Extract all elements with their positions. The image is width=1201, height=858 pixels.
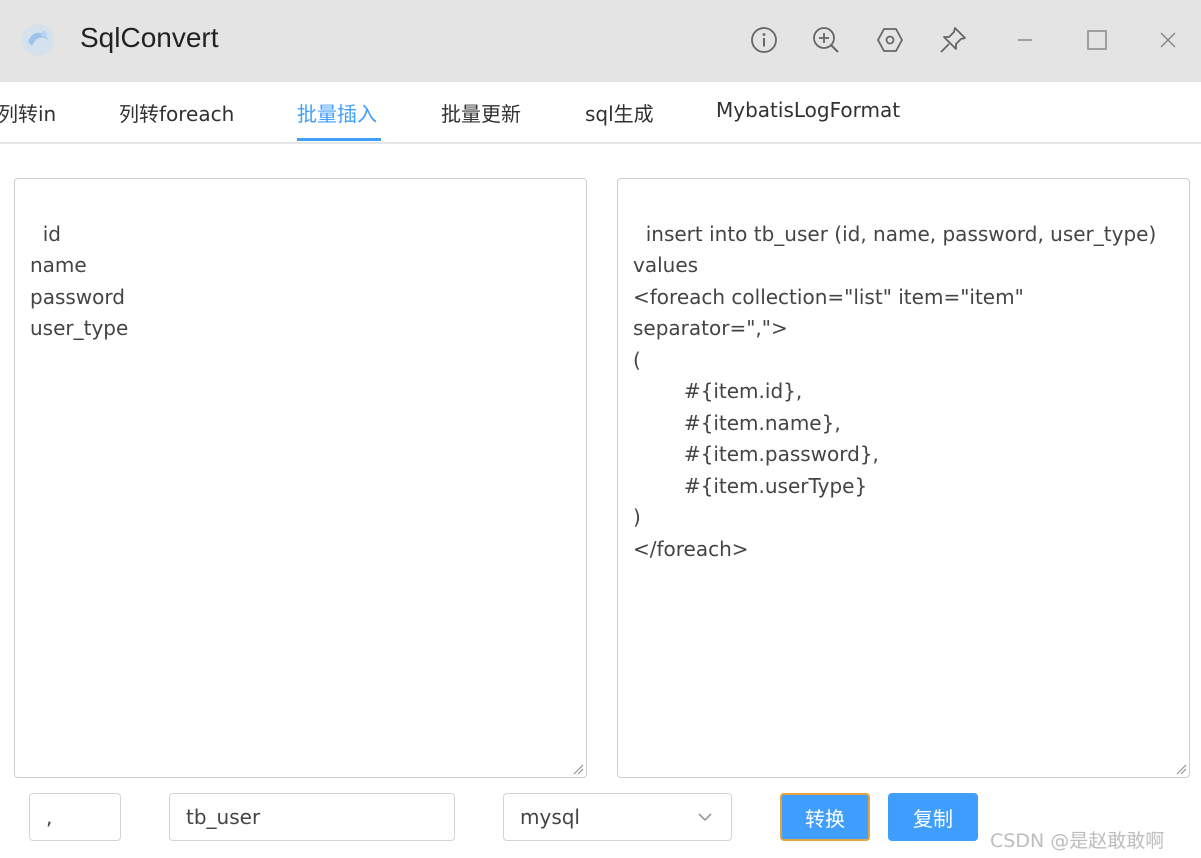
tab-column-to-in[interactable]: 列转in <box>0 98 56 127</box>
resize-handle-icon[interactable] <box>1175 763 1187 775</box>
tab-column-to-foreach[interactable]: 列转foreach <box>119 98 234 127</box>
zoom-in-button[interactable] <box>808 22 844 58</box>
info-button[interactable] <box>746 22 782 58</box>
tab-batch-update[interactable]: 批量更新 <box>441 98 521 127</box>
close-icon <box>1160 32 1176 48</box>
app-logo-icon <box>22 24 54 56</box>
column-input-text: id name password user_type <box>30 221 129 341</box>
convert-button[interactable]: 转换 <box>780 793 870 841</box>
settings-button[interactable] <box>872 22 908 58</box>
tab-bar: 列转in 列转foreach 批量插入 批量更新 sql生成 MybatisLo… <box>0 82 1201 144</box>
resize-handle-icon[interactable] <box>572 763 584 775</box>
tab-mybatis-log-format[interactable]: MybatisLogFormat <box>716 98 900 122</box>
chevron-down-icon <box>698 813 712 822</box>
watermark: CSDN @是赵敢敢啊 <box>990 830 1165 852</box>
pin-button[interactable] <box>935 22 971 58</box>
title-bar: SqlConvert <box>0 0 1201 82</box>
maximize-icon <box>1087 30 1107 50</box>
database-type-select[interactable]: mysql <box>503 793 732 841</box>
sql-output-textarea[interactable]: insert into tb_user (id, name, password,… <box>617 178 1190 778</box>
separator-input[interactable]: , <box>29 793 121 841</box>
maximize-button[interactable] <box>1079 22 1115 58</box>
copy-button[interactable]: 复制 <box>888 793 978 841</box>
pin-icon <box>940 27 966 53</box>
minimize-icon <box>1018 39 1032 41</box>
column-input-textarea[interactable]: id name password user_type <box>14 178 587 778</box>
info-icon <box>751 27 777 53</box>
active-tab-indicator <box>297 138 381 141</box>
settings-icon <box>877 28 903 52</box>
tab-sql-generate[interactable]: sql生成 <box>585 98 654 127</box>
sql-output-text: insert into tb_user (id, name, password,… <box>633 221 1157 561</box>
table-name-input[interactable]: tb_user <box>169 793 455 841</box>
tab-batch-insert[interactable]: 批量插入 <box>297 98 377 127</box>
minimize-button[interactable] <box>1007 22 1043 58</box>
database-type-value: mysql <box>520 805 580 829</box>
close-button[interactable] <box>1150 22 1186 58</box>
window-title: SqlConvert <box>80 22 219 53</box>
zoom-in-icon <box>813 27 839 53</box>
